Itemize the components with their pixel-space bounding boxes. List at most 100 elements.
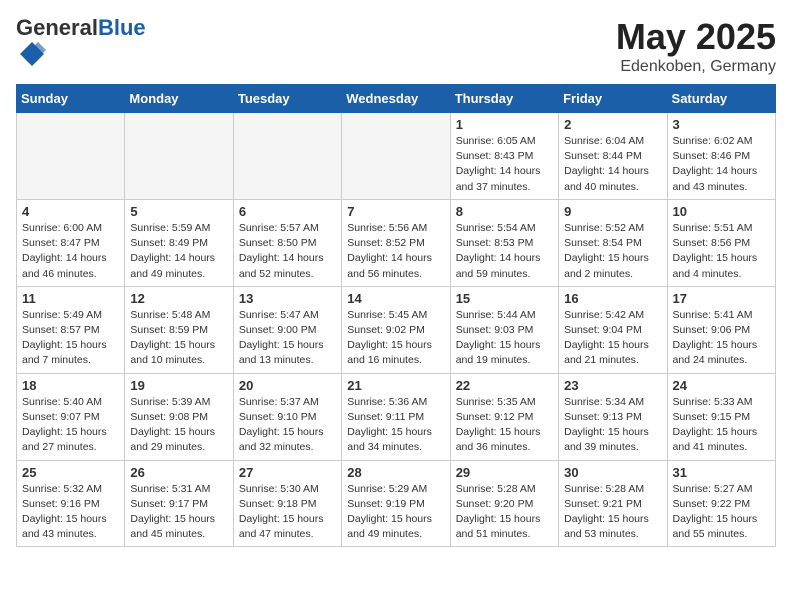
page-header: GeneralBlue May 2025 Edenkoben, Germany xyxy=(16,16,776,76)
day-info: Sunrise: 5:44 AM Sunset: 9:03 PM Dayligh… xyxy=(456,308,553,369)
day-number: 26 xyxy=(130,465,227,480)
day-number: 25 xyxy=(22,465,119,480)
day-number: 17 xyxy=(673,291,770,306)
day-number: 2 xyxy=(564,117,661,132)
day-number: 13 xyxy=(239,291,336,306)
calendar-cell: 25 Sunrise: 5:32 AM Sunset: 9:16 PM Dayli… xyxy=(17,460,125,547)
day-number: 31 xyxy=(673,465,770,480)
day-number: 18 xyxy=(22,378,119,393)
calendar-cell: 19Sunrise: 5:39 AM Sunset: 9:08 PM Dayli… xyxy=(125,373,233,460)
day-number: 11 xyxy=(22,291,119,306)
calendar-cell: 21Sunrise: 5:36 AM Sunset: 9:11 PM Dayli… xyxy=(342,373,450,460)
day-number: 7 xyxy=(347,204,444,219)
day-info: Sunrise: 5:28 AM Sunset: 9:20 PM Dayligh… xyxy=(456,482,553,543)
calendar-cell: 22 Sunrise: 5:35 AM Sunset: 9:12 PM Dayli… xyxy=(450,373,558,460)
calendar-cell xyxy=(342,113,450,200)
calendar-cell: 12 Sunrise: 5:48 AM Sunset: 8:59 PM Dayli… xyxy=(125,286,233,373)
day-info: Sunrise: 5:30 AM Sunset: 9:18 PM Dayligh… xyxy=(239,482,336,543)
calendar-cell: 10 Sunrise: 5:51 AM Sunset: 8:56 PM Dayli… xyxy=(667,199,775,286)
day-number: 29 xyxy=(456,465,553,480)
calendar-cell: 17Sunrise: 5:41 AM Sunset: 9:06 PM Dayli… xyxy=(667,286,775,373)
day-info: Sunrise: 6:05 AM Sunset: 8:43 PM Dayligh… xyxy=(456,134,553,195)
day-info: Sunrise: 5:37 AM Sunset: 9:10 PM Dayligh… xyxy=(239,395,336,456)
day-info: Sunrise: 5:42 AM Sunset: 9:04 PM Dayligh… xyxy=(564,308,661,369)
day-info: Sunrise: 5:49 AM Sunset: 8:57 PM Dayligh… xyxy=(22,308,119,369)
day-number: 5 xyxy=(130,204,227,219)
day-number: 3 xyxy=(673,117,770,132)
logo-general: General xyxy=(16,15,98,40)
calendar-cell: 13Sunrise: 5:47 AM Sunset: 9:00 PM Dayli… xyxy=(233,286,341,373)
calendar-cell: 18 Sunrise: 5:40 AM Sunset: 9:07 PM Dayli… xyxy=(17,373,125,460)
day-number: 12 xyxy=(130,291,227,306)
day-info: Sunrise: 5:40 AM Sunset: 9:07 PM Dayligh… xyxy=(22,395,119,456)
calendar-cell: 3 Sunrise: 6:02 AM Sunset: 8:46 PM Daylig… xyxy=(667,113,775,200)
day-number: 22 xyxy=(456,378,553,393)
weekday-header-row: SundayMondayTuesdayWednesdayThursdayFrid… xyxy=(17,85,776,113)
title-block: May 2025 Edenkoben, Germany xyxy=(616,16,776,76)
calendar-cell: 9 Sunrise: 5:52 AM Sunset: 8:54 PM Daylig… xyxy=(559,199,667,286)
day-info: Sunrise: 5:57 AM Sunset: 8:50 PM Dayligh… xyxy=(239,221,336,282)
day-number: 30 xyxy=(564,465,661,480)
day-number: 14 xyxy=(347,291,444,306)
day-number: 19 xyxy=(130,378,227,393)
day-info: Sunrise: 5:54 AM Sunset: 8:53 PM Dayligh… xyxy=(456,221,553,282)
calendar-cell: 28Sunrise: 5:29 AM Sunset: 9:19 PM Dayli… xyxy=(342,460,450,547)
day-info: Sunrise: 6:04 AM Sunset: 8:44 PM Dayligh… xyxy=(564,134,661,195)
logo: GeneralBlue xyxy=(16,16,146,73)
calendar-cell xyxy=(17,113,125,200)
calendar-week-row: 11 Sunrise: 5:49 AM Sunset: 8:57 PM Dayli… xyxy=(17,286,776,373)
day-number: 15 xyxy=(456,291,553,306)
calendar-cell: 15 Sunrise: 5:44 AM Sunset: 9:03 PM Dayli… xyxy=(450,286,558,373)
weekday-header: Saturday xyxy=(667,85,775,113)
day-info: Sunrise: 5:35 AM Sunset: 9:12 PM Dayligh… xyxy=(456,395,553,456)
day-info: Sunrise: 5:34 AM Sunset: 9:13 PM Dayligh… xyxy=(564,395,661,456)
day-number: 1 xyxy=(456,117,553,132)
calendar-cell: 2 Sunrise: 6:04 AM Sunset: 8:44 PM Daylig… xyxy=(559,113,667,200)
calendar-cell xyxy=(125,113,233,200)
logo-icon xyxy=(18,40,46,68)
calendar-cell: 1 Sunrise: 6:05 AM Sunset: 8:43 PM Daylig… xyxy=(450,113,558,200)
day-info: Sunrise: 5:56 AM Sunset: 8:52 PM Dayligh… xyxy=(347,221,444,282)
calendar-location: Edenkoben, Germany xyxy=(616,58,776,76)
day-number: 28 xyxy=(347,465,444,480)
day-number: 21 xyxy=(347,378,444,393)
day-number: 9 xyxy=(564,204,661,219)
weekday-header: Monday xyxy=(125,85,233,113)
day-number: 20 xyxy=(239,378,336,393)
calendar-table: SundayMondayTuesdayWednesdayThursdayFrid… xyxy=(16,84,776,547)
day-info: Sunrise: 5:32 AM Sunset: 9:16 PM Dayligh… xyxy=(22,482,119,543)
calendar-cell: 29 Sunrise: 5:28 AM Sunset: 9:20 PM Dayli… xyxy=(450,460,558,547)
day-info: Sunrise: 5:59 AM Sunset: 8:49 PM Dayligh… xyxy=(130,221,227,282)
calendar-cell: 7 Sunrise: 5:56 AM Sunset: 8:52 PM Daylig… xyxy=(342,199,450,286)
day-info: Sunrise: 5:28 AM Sunset: 9:21 PM Dayligh… xyxy=(564,482,661,543)
day-info: Sunrise: 6:02 AM Sunset: 8:46 PM Dayligh… xyxy=(673,134,770,195)
day-info: Sunrise: 5:45 AM Sunset: 9:02 PM Dayligh… xyxy=(347,308,444,369)
day-info: Sunrise: 5:52 AM Sunset: 8:54 PM Dayligh… xyxy=(564,221,661,282)
calendar-cell: 8Sunrise: 5:54 AM Sunset: 8:53 PM Daylig… xyxy=(450,199,558,286)
logo-blue: Blue xyxy=(98,15,146,40)
calendar-week-row: 25 Sunrise: 5:32 AM Sunset: 9:16 PM Dayli… xyxy=(17,460,776,547)
day-info: Sunrise: 5:48 AM Sunset: 8:59 PM Dayligh… xyxy=(130,308,227,369)
calendar-cell: 11 Sunrise: 5:49 AM Sunset: 8:57 PM Dayli… xyxy=(17,286,125,373)
weekday-header: Tuesday xyxy=(233,85,341,113)
day-number: 10 xyxy=(673,204,770,219)
calendar-cell: 27Sunrise: 5:30 AM Sunset: 9:18 PM Dayli… xyxy=(233,460,341,547)
weekday-header: Wednesday xyxy=(342,85,450,113)
calendar-cell: 6 Sunrise: 5:57 AM Sunset: 8:50 PM Daylig… xyxy=(233,199,341,286)
day-info: Sunrise: 5:51 AM Sunset: 8:56 PM Dayligh… xyxy=(673,221,770,282)
day-info: Sunrise: 5:31 AM Sunset: 9:17 PM Dayligh… xyxy=(130,482,227,543)
day-number: 23 xyxy=(564,378,661,393)
calendar-cell: 20 Sunrise: 5:37 AM Sunset: 9:10 PM Dayli… xyxy=(233,373,341,460)
day-number: 16 xyxy=(564,291,661,306)
day-info: Sunrise: 6:00 AM Sunset: 8:47 PM Dayligh… xyxy=(22,221,119,282)
calendar-cell: 24Sunrise: 5:33 AM Sunset: 9:15 PM Dayli… xyxy=(667,373,775,460)
day-number: 4 xyxy=(22,204,119,219)
calendar-week-row: 18 Sunrise: 5:40 AM Sunset: 9:07 PM Dayli… xyxy=(17,373,776,460)
weekday-header: Thursday xyxy=(450,85,558,113)
weekday-header: Friday xyxy=(559,85,667,113)
calendar-week-row: 1 Sunrise: 6:05 AM Sunset: 8:43 PM Daylig… xyxy=(17,113,776,200)
day-number: 24 xyxy=(673,378,770,393)
calendar-cell: 5 Sunrise: 5:59 AM Sunset: 8:49 PM Daylig… xyxy=(125,199,233,286)
calendar-cell: 26 Sunrise: 5:31 AM Sunset: 9:17 PM Dayli… xyxy=(125,460,233,547)
day-number: 6 xyxy=(239,204,336,219)
